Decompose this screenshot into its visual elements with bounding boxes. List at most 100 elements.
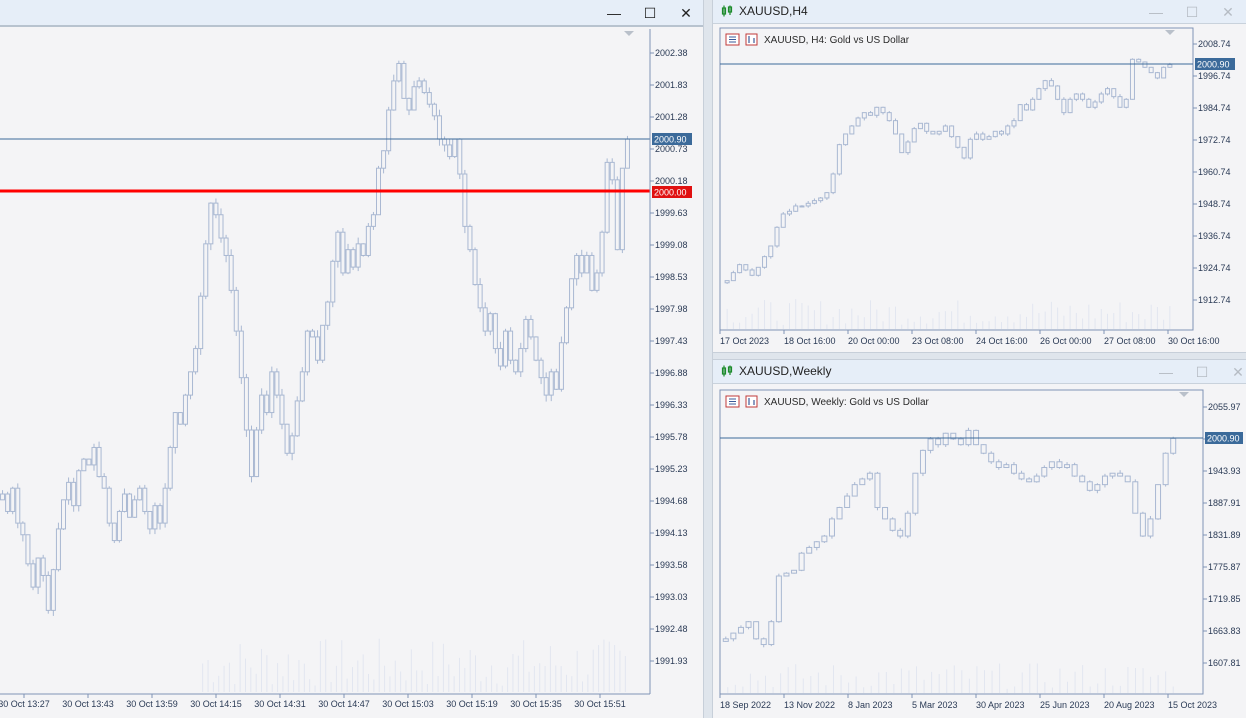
price-tick-label: 1887.91 — [1208, 498, 1241, 508]
price-tick-label: 1994.68 — [655, 496, 688, 506]
candle — [96, 446, 102, 478]
candle — [294, 400, 300, 437]
candle — [447, 144, 453, 158]
candle — [233, 289, 239, 332]
candle — [86, 458, 92, 466]
candle — [849, 125, 855, 135]
candle — [1033, 475, 1040, 483]
price-tick-label: 1831.89 — [1208, 530, 1241, 540]
chart-symbol-label: XAUUSD, H4: Gold vs US Dollar — [764, 35, 910, 46]
candle — [563, 307, 569, 344]
window-splitter[interactable] — [713, 352, 1246, 360]
price-chart[interactable]: 2002.38 2001.83 2001.28 2000.73 2000.18 1999.… — [0, 0, 703, 718]
candle — [299, 371, 305, 402]
candle — [619, 167, 625, 251]
candle — [609, 161, 615, 181]
candle — [905, 141, 911, 154]
time-tick-label: 30 Oct 13:59 — [126, 699, 178, 709]
candle — [1139, 512, 1146, 537]
candle — [436, 115, 442, 140]
candle — [355, 243, 361, 268]
candle — [213, 202, 219, 216]
candle — [259, 394, 265, 431]
candle — [579, 254, 585, 274]
candle — [798, 552, 805, 571]
candle — [917, 122, 923, 130]
candle — [50, 569, 56, 611]
candle — [1042, 80, 1048, 90]
candle — [543, 377, 549, 396]
candle — [1056, 461, 1063, 469]
candle — [1086, 481, 1093, 491]
candle — [967, 138, 973, 159]
time-tick-label: 30 Oct 15:19 — [446, 699, 498, 709]
candle — [980, 133, 986, 140]
price-tick-label: 1984.74 — [1198, 103, 1231, 113]
candle — [999, 130, 1005, 135]
candle — [919, 449, 926, 474]
price-tick-label: 1991.93 — [655, 656, 688, 666]
candle — [1003, 464, 1010, 469]
candle — [401, 62, 407, 99]
candle — [737, 626, 744, 634]
candle — [1123, 98, 1129, 108]
candle — [193, 348, 199, 373]
candle — [730, 632, 737, 640]
candle — [497, 348, 503, 367]
candle — [811, 200, 817, 204]
price-tick-label: 1993.03 — [655, 592, 688, 602]
candle — [805, 202, 811, 207]
candle — [452, 138, 458, 158]
price-tick-label: 2000.73 — [655, 144, 688, 154]
candle — [0, 493, 6, 501]
price-tick-label: 1994.13 — [655, 528, 688, 538]
time-tick-label: 27 Oct 08:00 — [1104, 336, 1156, 346]
indicator-icon[interactable] — [745, 33, 758, 46]
candle — [828, 518, 835, 537]
time-tick-label: 30 Oct 13:27 — [0, 699, 50, 709]
candle — [855, 117, 861, 127]
candle — [1105, 88, 1111, 95]
candle — [248, 429, 254, 478]
candle — [1061, 98, 1067, 114]
candle — [15, 487, 21, 524]
time-tick-label: 20 Aug 2023 — [1104, 700, 1155, 710]
window-splitter[interactable] — [703, 0, 713, 718]
candle — [416, 80, 422, 88]
candle — [1026, 478, 1033, 483]
candle — [426, 92, 432, 105]
candle — [360, 243, 366, 256]
candle — [513, 359, 519, 373]
price-tick-label: 1992.48 — [655, 624, 688, 634]
price-tick-label: 1948.74 — [1198, 199, 1231, 209]
candle — [111, 522, 117, 542]
time-tick-label: 18 Sep 2022 — [720, 700, 771, 710]
candle — [942, 432, 949, 446]
candle — [755, 266, 761, 276]
candle — [830, 173, 836, 194]
indicator-icon[interactable] — [745, 395, 758, 408]
price-chart[interactable]: XAUUSD, Weekly: Gold vs US Dollar 2055.97… — [713, 360, 1246, 718]
candle — [949, 125, 955, 138]
candle — [264, 394, 270, 414]
candle — [1092, 101, 1098, 108]
candle — [391, 80, 397, 111]
candle — [737, 264, 743, 274]
candle — [880, 106, 886, 114]
price-tick-label: 1995.78 — [655, 432, 688, 442]
candle — [897, 529, 904, 537]
candle — [477, 284, 483, 309]
candle — [1167, 64, 1173, 68]
candle — [76, 470, 82, 507]
time-tick-label: 5 Mar 2023 — [912, 700, 958, 710]
candle — [843, 133, 849, 146]
price-tick-label: 2000.18 — [655, 176, 688, 186]
candle — [927, 438, 934, 451]
candle — [604, 161, 610, 233]
candle — [61, 499, 67, 530]
candle — [487, 313, 493, 332]
candle — [1129, 58, 1135, 100]
time-tick-label: 30 Oct 15:03 — [382, 699, 434, 709]
price-chart[interactable]: XAUUSD, H4: Gold vs US Dollar 2008.74 1996… — [713, 0, 1246, 352]
price-tick-label: 1775.87 — [1208, 562, 1241, 572]
